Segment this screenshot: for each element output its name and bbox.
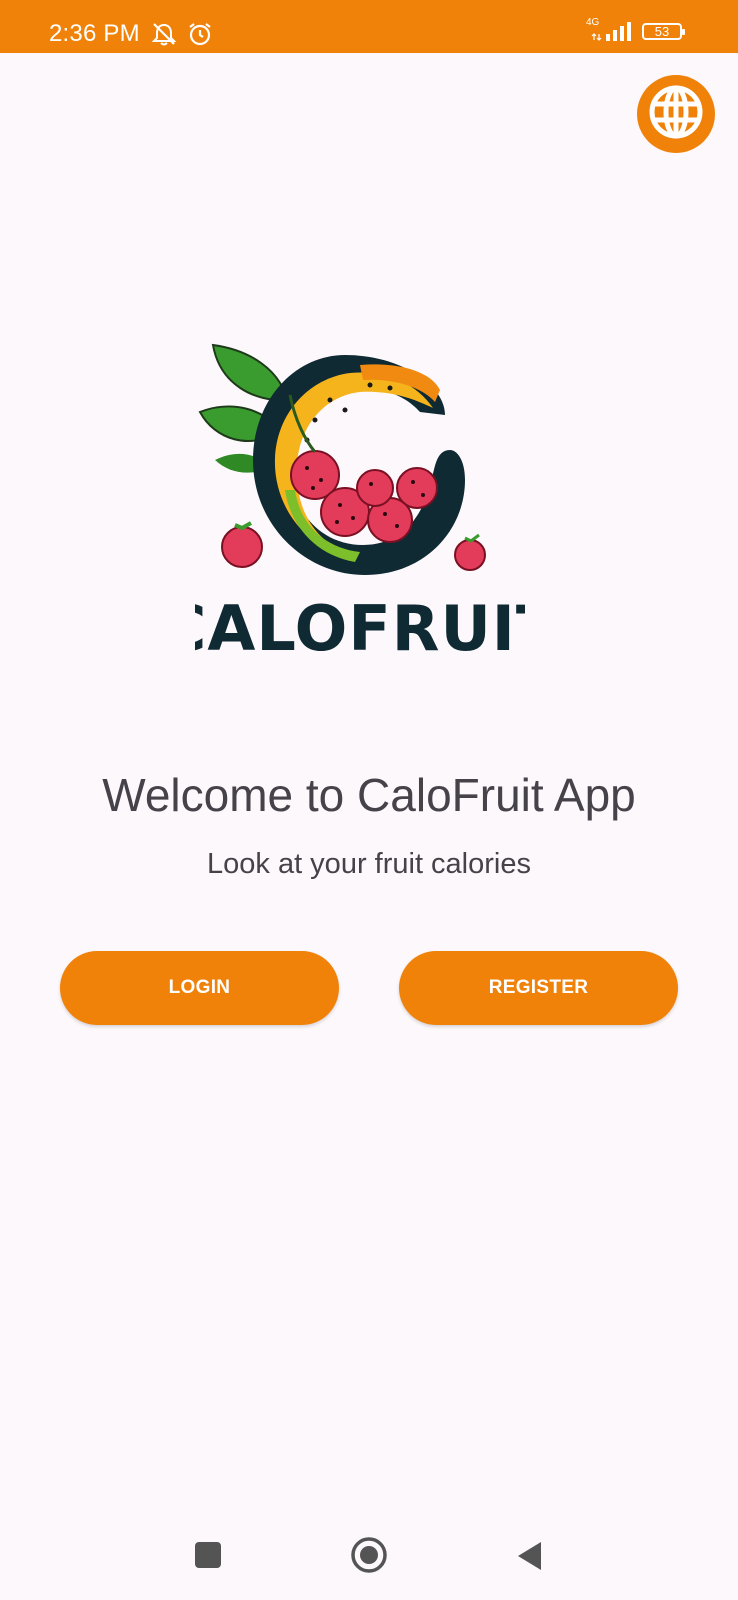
app-logo: CALOFRUIT (161, 340, 558, 680)
recents-icon[interactable] (193, 1540, 223, 1575)
language-button[interactable] (637, 75, 715, 153)
alarm-icon (187, 22, 213, 51)
home-icon[interactable] (350, 1537, 388, 1579)
globe-icon (646, 82, 706, 147)
welcome-title: Welcome to CaloFruit App (102, 769, 636, 821)
battery-level: 53 (654, 23, 670, 39)
back-icon[interactable] (515, 1540, 545, 1577)
register-button[interactable]: REGISTER (399, 951, 678, 1025)
signal-icon: 4G (586, 18, 634, 42)
status-icons (151, 22, 213, 51)
status-bar: 2:36 PM 4G 53 (0, 0, 738, 53)
battery-icon: 53 (642, 22, 685, 40)
status-time: 2:36 PM (49, 20, 140, 47)
logo-wordmark: CALOFRUIT (195, 592, 525, 665)
welcome-subtitle: Look at your fruit calories (207, 848, 531, 880)
login-button[interactable]: LOGIN (60, 951, 339, 1025)
status-right: 4G 53 (586, 18, 685, 42)
navigation-bar (0, 1510, 738, 1600)
notifications-off-icon (151, 22, 177, 51)
